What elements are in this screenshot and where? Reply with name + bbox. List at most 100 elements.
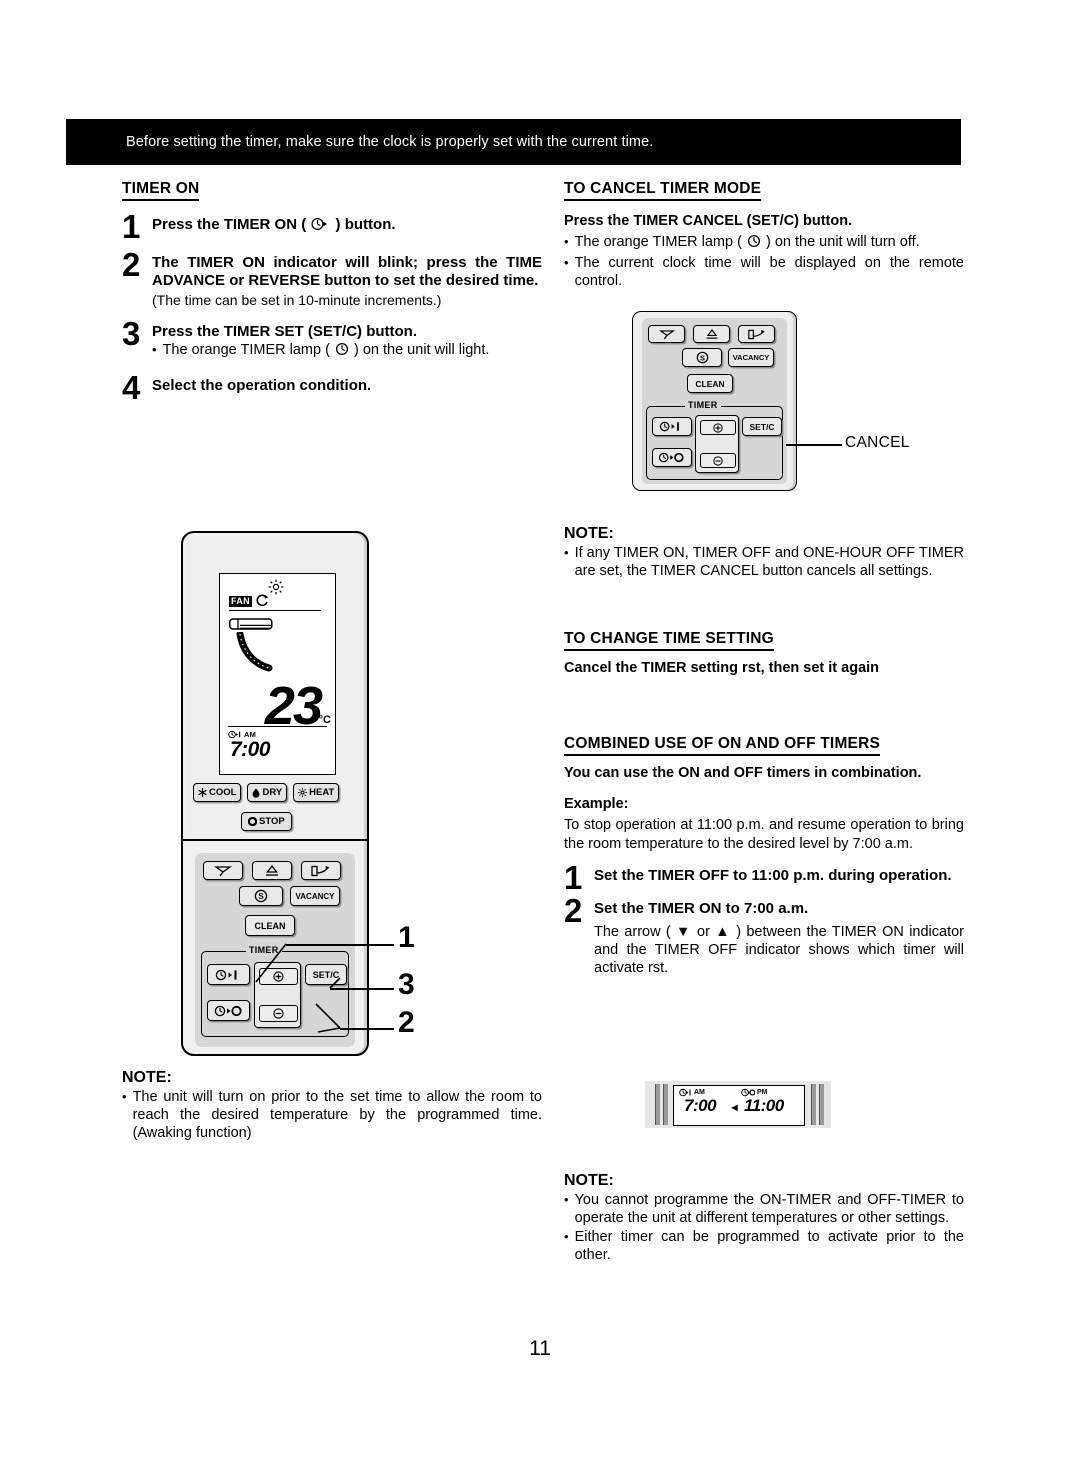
bullet-dot: •: [564, 254, 569, 270]
heat-label: HEAT: [309, 787, 335, 798]
timer-on-button[interactable]: [652, 417, 692, 436]
vacancy-label: VACANCY: [732, 353, 770, 362]
step-3-text: Press the TIMER SET (SET/C) button.: [152, 323, 418, 341]
remote-divider: [183, 839, 367, 841]
airflow-arc-icon: [236, 632, 273, 672]
step-2-text: The TIMER ON indicator will blink; press…: [152, 254, 542, 290]
lcd-temperature: 23: [264, 676, 323, 736]
clean-button[interactable]: CLEAN: [687, 374, 733, 393]
sun-icon: [298, 788, 308, 797]
louver-up-icon: [266, 864, 278, 876]
timer-group-label: TIMER: [685, 400, 721, 410]
mode-button-row: COOL DRY HEAT: [193, 783, 340, 802]
arrow-down-icon: ▼: [676, 923, 692, 940]
bullet-dot: •: [122, 1089, 127, 1104]
bullet-dot: •: [152, 342, 157, 358]
note-bullet-text: The unit will turn on prior to the set t…: [132, 1089, 542, 1141]
heat-button[interactable]: HEAT: [293, 783, 340, 802]
step-3: 3 Press the TIMER SET (SET/C) button. • …: [122, 317, 542, 363]
cancel-lead: Press the TIMER CANCEL (SET/C) button.: [564, 213, 853, 229]
set-c-button[interactable]: SET/C: [742, 417, 782, 436]
bullet-dot: •: [564, 545, 569, 560]
callout-leader-diagonals: [255, 943, 341, 1033]
example-label: Example:: [564, 795, 629, 812]
remote-lcd-display: FAN 23 °C AM 7:00: [219, 573, 336, 775]
clock-icon: [335, 342, 349, 362]
s-circle-button[interactable]: S: [682, 348, 722, 367]
combined-use-section: COMBINED USE OF ON AND OFF TIMERS You ca…: [564, 735, 964, 979]
s-circle-icon: S: [696, 351, 708, 364]
time-advance-button[interactable]: [700, 420, 736, 435]
louver-down-button[interactable]: [648, 325, 685, 343]
banner-text: Before setting the timer, make sure the …: [126, 134, 654, 150]
door-swing-button[interactable]: [738, 325, 775, 343]
louver-up-button[interactable]: [693, 325, 730, 343]
plus-icon: [713, 422, 723, 433]
vacancy-button[interactable]: VACANCY: [728, 348, 774, 367]
louver-up-button[interactable]: [252, 861, 292, 880]
combined-step-1: 1 Set the TIMER OFF to 11:00 p.m. during…: [564, 858, 964, 896]
lcd-strip-bar-left2: [663, 1084, 668, 1125]
fan-swirl-icon: [256, 594, 269, 607]
step-number: 1: [564, 858, 583, 896]
lcd-timer-time: 7:00: [230, 738, 271, 761]
louver-down-icon: [658, 329, 675, 339]
louver-down-button[interactable]: [203, 861, 243, 880]
combined-step-1-text: Set the TIMER OFF to 11:00 p.m. during o…: [594, 866, 952, 884]
lcd-on-am-label: AM: [694, 1089, 705, 1096]
set-c-label: SET/C: [749, 421, 775, 432]
stop-button[interactable]: STOP: [241, 812, 292, 831]
cancel-bullet-2-text: The current clock time will be displayed…: [574, 254, 964, 289]
change-time-lead: Cancel the TIMER setting rst, then set i…: [564, 660, 880, 676]
water-drop-icon: [253, 787, 260, 798]
right-column: TO CANCEL TIMER MODE Press the TIMER CAN…: [564, 180, 964, 292]
left-note: NOTE: • The unit will turn on prior to t…: [122, 1069, 542, 1144]
combined-lead: You can use the ON and OFF timers in com…: [564, 765, 922, 781]
cancel-bullet-1-after: ) on the unit will turn off.: [765, 233, 920, 250]
cancel-callout-label: CANCEL: [845, 434, 910, 451]
lcd-off-time: 11:00: [744, 1096, 784, 1115]
cancel-bullet-1: • The orange TIMER lamp ( ) on the unit …: [564, 234, 964, 254]
timer-off-button[interactable]: [652, 448, 692, 467]
step-4: 4 Select the operation condition.: [122, 371, 542, 404]
cool-label: COOL: [209, 787, 237, 798]
time-reverse-button[interactable]: [700, 453, 736, 468]
section-title-combined: COMBINED USE OF ON AND OFF TIMERS: [564, 735, 881, 756]
bottom-lcd-strip: AM PM 7:00 ◄ 11:00: [645, 1081, 831, 1128]
dry-button[interactable]: DRY: [247, 783, 288, 802]
combined-step-2: 2 Set the TIMER ON to 7:00 a.m. The arro…: [564, 894, 964, 979]
note-bullet: • Either timer can be programmed to acti…: [564, 1229, 964, 1265]
section-title-change-time: TO CHANGE TIME SETTING: [564, 630, 774, 651]
step-1-text-before: Press the TIMER ON (: [152, 216, 307, 233]
cancel-bullet-1-before: The orange TIMER lamp (: [574, 233, 742, 250]
lcd-strip-screen: AM PM 7:00 ◄ 11:00: [673, 1085, 805, 1126]
door-swing-button[interactable]: [301, 861, 341, 880]
circle-icon: [248, 817, 257, 826]
vacancy-button[interactable]: VACANCY: [290, 886, 340, 906]
bullet-dot: •: [564, 233, 569, 249]
combined-step-2-sub: The arrow ( ▼ or ▲ ) between the TIMER O…: [594, 923, 964, 977]
callout-3: 3: [398, 968, 415, 1001]
time-advance-reverse-buttons: [695, 415, 739, 473]
svg-text:S: S: [258, 892, 264, 901]
page-number: 11: [529, 1337, 551, 1360]
arrow-up-icon: ▲: [715, 923, 731, 940]
stop-label: STOP: [259, 816, 285, 827]
callout-2: 2: [398, 1006, 415, 1039]
cool-button[interactable]: COOL: [193, 783, 242, 802]
louver-up-icon: [706, 328, 717, 339]
bullet-dot: •: [564, 1228, 569, 1244]
fan-indicator: FAN: [229, 596, 252, 607]
lcd-strip-bar-left: [655, 1084, 660, 1125]
vacancy-label: VACANCY: [295, 891, 335, 901]
door-swing-icon: [311, 865, 330, 876]
s-circle-button[interactable]: S: [239, 886, 283, 906]
right-note-2: NOTE: • You cannot programme the ON-TIME…: [564, 1172, 964, 1266]
clock-icon: [747, 234, 761, 254]
combined-step-2-text: Set the TIMER ON to 7:00 a.m.: [594, 899, 809, 917]
remote-control-diagram-small: S VACANCY CLEAN TIMER SET/C: [632, 311, 797, 491]
cancel-bullet-2: • The current clock time will be display…: [564, 255, 964, 291]
note-bullet: • You cannot programme the ON-TIMER and …: [564, 1192, 964, 1228]
note-bullet-text: Either timer can be programmed to activa…: [574, 1228, 964, 1263]
minus-icon: [713, 455, 723, 466]
